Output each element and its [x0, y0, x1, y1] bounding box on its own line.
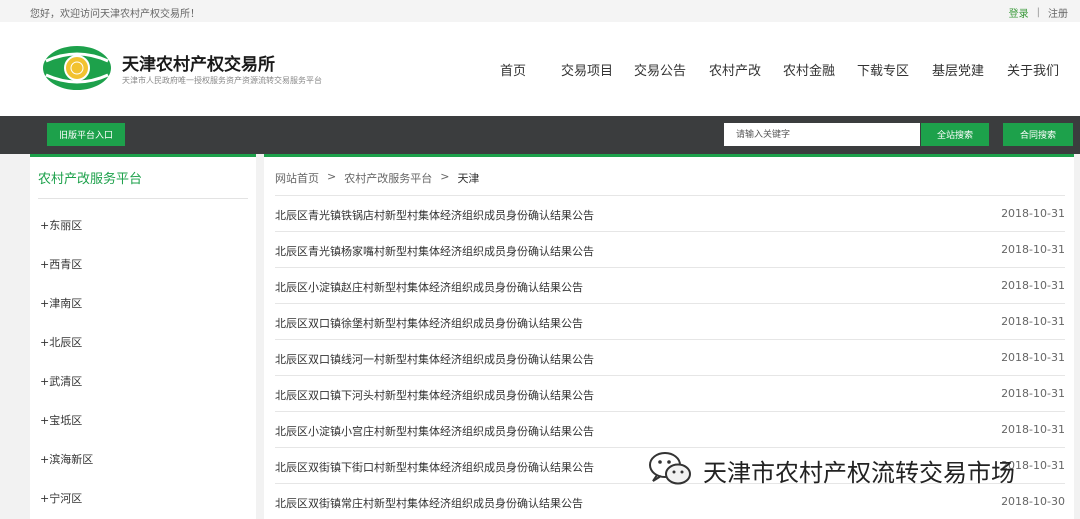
top-bar: 您好，欢迎访问天津农村产权交易所！ 登录 | 注册	[0, 0, 1080, 22]
notice-date: 2018-10-31	[1001, 315, 1065, 328]
watermark: 天津市农村产权流转交易市场	[647, 448, 1015, 492]
breadcrumb-current: 天津	[457, 172, 480, 185]
notice-title[interactable]: 北辰区小淀镇小宫庄村新型村集体经济组织成员身份确认结果公告	[275, 423, 594, 439]
nav-projects[interactable]: 交易项目	[561, 60, 613, 79]
notice-title[interactable]: 北辰区双口镇徐堡村新型村集体经济组织成员身份确认结果公告	[275, 315, 583, 331]
welcome-text: 您好，欢迎访问天津农村产权交易所！	[30, 9, 200, 20]
notice-date: 2018-10-31	[1001, 207, 1065, 220]
auth-separator: |	[1036, 7, 1040, 18]
logo-icon[interactable]	[42, 45, 112, 91]
notice-title[interactable]: 北辰区双街镇下街口村新型村集体经济组织成员身份确认结果公告	[275, 459, 594, 475]
notice-date: 2018-10-31	[1001, 279, 1065, 292]
notice-date: 2018-10-31	[1001, 351, 1065, 364]
notice-row[interactable]: 北辰区双口镇线河一村新型村集体经济组织成员身份确认结果公告 2018-10-31	[275, 339, 1065, 375]
wechat-icon	[647, 448, 693, 492]
breadcrumb: 网站首页 > 农村产改服务平台 > 天津	[275, 170, 479, 186]
breadcrumb-arrow: >	[440, 170, 450, 183]
notice-row[interactable]: 北辰区小淀镇小宫庄村新型村集体经济组织成员身份确认结果公告 2018-10-31	[275, 411, 1065, 447]
nav-announcements[interactable]: 交易公告	[634, 60, 686, 79]
notice-row[interactable]: 北辰区双口镇下河头村新型村集体经济组织成员身份确认结果公告 2018-10-31	[275, 375, 1065, 411]
login-link[interactable]: 登录	[1009, 5, 1029, 20]
notice-title[interactable]: 北辰区小淀镇赵庄村新型村集体经济组织成员身份确认结果公告	[275, 279, 583, 295]
sidebar-item-ninghe[interactable]: +宁河区	[40, 490, 82, 506]
sidebar-title: 农村产改服务平台	[38, 172, 143, 187]
notice-date: 2018-10-31	[1001, 243, 1065, 256]
sidebar-item-baodi[interactable]: +宝坻区	[40, 412, 82, 428]
auth-links: 登录 | 注册	[1009, 5, 1068, 20]
breadcrumb-section[interactable]: 农村产改服务平台	[344, 170, 432, 186]
notice-date: 2018-10-31	[1001, 387, 1065, 400]
sidebar-item-xiqing[interactable]: +西青区	[40, 256, 82, 272]
nav-rural-finance[interactable]: 农村金融	[783, 60, 835, 79]
site-name: 天津农村产权交易所	[122, 55, 275, 75]
breadcrumb-home[interactable]: 网站首页	[275, 170, 319, 186]
notice-title[interactable]: 北辰区双口镇线河一村新型村集体经济组织成员身份确认结果公告	[275, 351, 594, 367]
notice-row[interactable]: 北辰区青光镇杨家嘴村新型村集体经济组织成员身份确认结果公告 2018-10-31	[275, 231, 1065, 267]
sidebar-item-jinnan[interactable]: +津南区	[40, 295, 82, 311]
old-portal-button[interactable]: 旧版平台入口	[47, 123, 125, 146]
nav-home[interactable]: 首页	[500, 60, 526, 79]
site-search-button[interactable]: 全站搜索	[921, 123, 989, 146]
watermark-text: 天津市农村产权流转交易市场	[703, 458, 1015, 487]
nav-party-building[interactable]: 基层党建	[932, 60, 984, 79]
sidebar: 农村产改服务平台 +东丽区 +西青区 +津南区 +北辰区 +武清区 +宝坻区 +…	[30, 154, 256, 519]
sidebar-item-beichen[interactable]: +北辰区	[40, 334, 82, 350]
search-input[interactable]	[724, 123, 920, 146]
nav-downloads[interactable]: 下载专区	[857, 60, 909, 79]
notice-title[interactable]: 北辰区青光镇杨家嘴村新型村集体经济组织成员身份确认结果公告	[275, 243, 594, 259]
sidebar-divider	[38, 198, 248, 199]
sidebar-item-dongli[interactable]: +东丽区	[40, 217, 82, 233]
nav-rural-reform[interactable]: 农村产改	[709, 60, 761, 79]
site-subtitle: 天津市人民政府唯一授权服务资产资源流转交易服务平台	[122, 76, 322, 85]
notice-title[interactable]: 北辰区双口镇下河头村新型村集体经济组织成员身份确认结果公告	[275, 387, 594, 403]
breadcrumb-arrow: >	[327, 170, 337, 183]
sidebar-item-binhai[interactable]: +滨海新区	[40, 451, 93, 467]
notice-date: 2018-10-31	[1001, 423, 1065, 436]
header: 天津农村产权交易所 天津市人民政府唯一授权服务资产资源流转交易服务平台 首页 交…	[0, 22, 1080, 116]
notice-row[interactable]: 北辰区青光镇铁锅店村新型村集体经济组织成员身份确认结果公告 2018-10-31	[275, 195, 1065, 231]
notice-row[interactable]: 北辰区双口镇徐堡村新型村集体经济组织成员身份确认结果公告 2018-10-31	[275, 303, 1065, 339]
sidebar-item-wuqing[interactable]: +武清区	[40, 373, 82, 389]
notice-title[interactable]: 北辰区双街镇常庄村新型村集体经济组织成员身份确认结果公告	[275, 495, 583, 511]
nav-about[interactable]: 关于我们	[1007, 60, 1059, 79]
notice-title[interactable]: 北辰区青光镇铁锅店村新型村集体经济组织成员身份确认结果公告	[275, 207, 594, 223]
notice-date: 2018-10-30	[1001, 495, 1065, 508]
search-bar: 旧版平台入口 全站搜索 合同搜索	[0, 116, 1080, 154]
register-link[interactable]: 注册	[1048, 5, 1068, 20]
notice-row[interactable]: 北辰区小淀镇赵庄村新型村集体经济组织成员身份确认结果公告 2018-10-31	[275, 267, 1065, 303]
contract-search-button[interactable]: 合同搜索	[1003, 123, 1073, 146]
